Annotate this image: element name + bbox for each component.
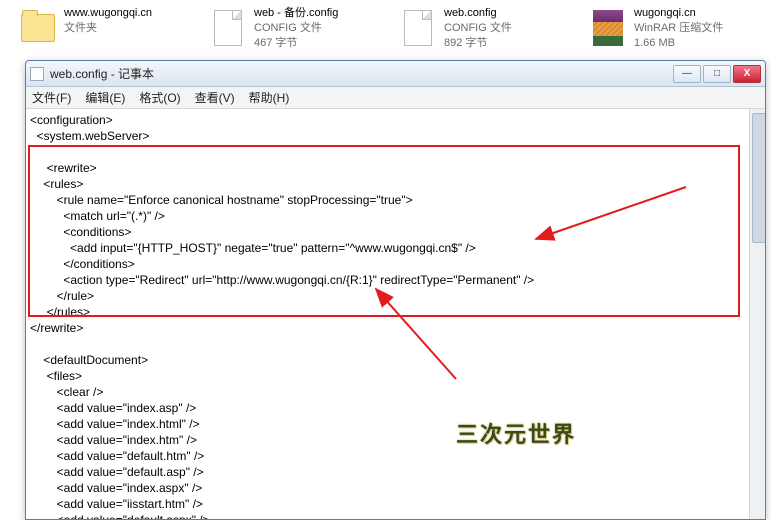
titlebar[interactable]: web.config - 记事本 — □ X [26, 61, 765, 87]
menu-view[interactable]: 查看(V) [195, 89, 235, 106]
editor-area[interactable]: <configuration> <system.webServer> <rewr… [26, 109, 765, 519]
notepad-window: web.config - 记事本 — □ X 文件(F) 编辑(E) 格式(O)… [25, 60, 766, 520]
watermark: 三次元世界 [456, 417, 576, 449]
file-item[interactable]: wugongqi.cn WinRAR 压缩文件 1.66 MB [590, 6, 740, 51]
file-meta: web.config CONFIG 文件 892 字节 [444, 6, 512, 51]
file-item[interactable]: web.config CONFIG 文件 892 字节 [400, 6, 550, 51]
window-title: web.config - 记事本 [50, 65, 673, 82]
menu-help[interactable]: 帮助(H) [249, 89, 290, 106]
rar-file-icon [590, 6, 626, 50]
menu-format[interactable]: 格式(O) [139, 89, 180, 106]
desktop-files: www.wugongqi.cn 文件夹 web - 备份.config CONF… [0, 0, 771, 55]
maximize-button[interactable]: □ [703, 65, 731, 83]
file-meta: www.wugongqi.cn 文件夹 [64, 6, 152, 36]
file-item[interactable]: web - 备份.config CONFIG 文件 467 字节 [210, 6, 360, 51]
code-content: <configuration> <system.webServer> <rewr… [30, 113, 747, 519]
close-button[interactable]: X [733, 65, 761, 83]
notepad-icon [30, 67, 44, 81]
minimize-button[interactable]: — [673, 65, 701, 83]
vertical-scrollbar[interactable] [749, 109, 765, 519]
file-item[interactable]: www.wugongqi.cn 文件夹 [20, 6, 170, 50]
file-meta: web - 备份.config CONFIG 文件 467 字节 [254, 6, 338, 51]
menu-file[interactable]: 文件(F) [32, 89, 71, 106]
scrollbar-thumb[interactable] [752, 113, 765, 243]
config-file-icon [400, 6, 436, 50]
window-buttons: — □ X [673, 65, 761, 83]
config-file-icon [210, 6, 246, 50]
menubar: 文件(F) 编辑(E) 格式(O) 查看(V) 帮助(H) [26, 87, 765, 109]
file-meta: wugongqi.cn WinRAR 压缩文件 1.66 MB [634, 6, 723, 51]
menu-edit[interactable]: 编辑(E) [85, 89, 125, 106]
folder-icon [20, 6, 56, 50]
